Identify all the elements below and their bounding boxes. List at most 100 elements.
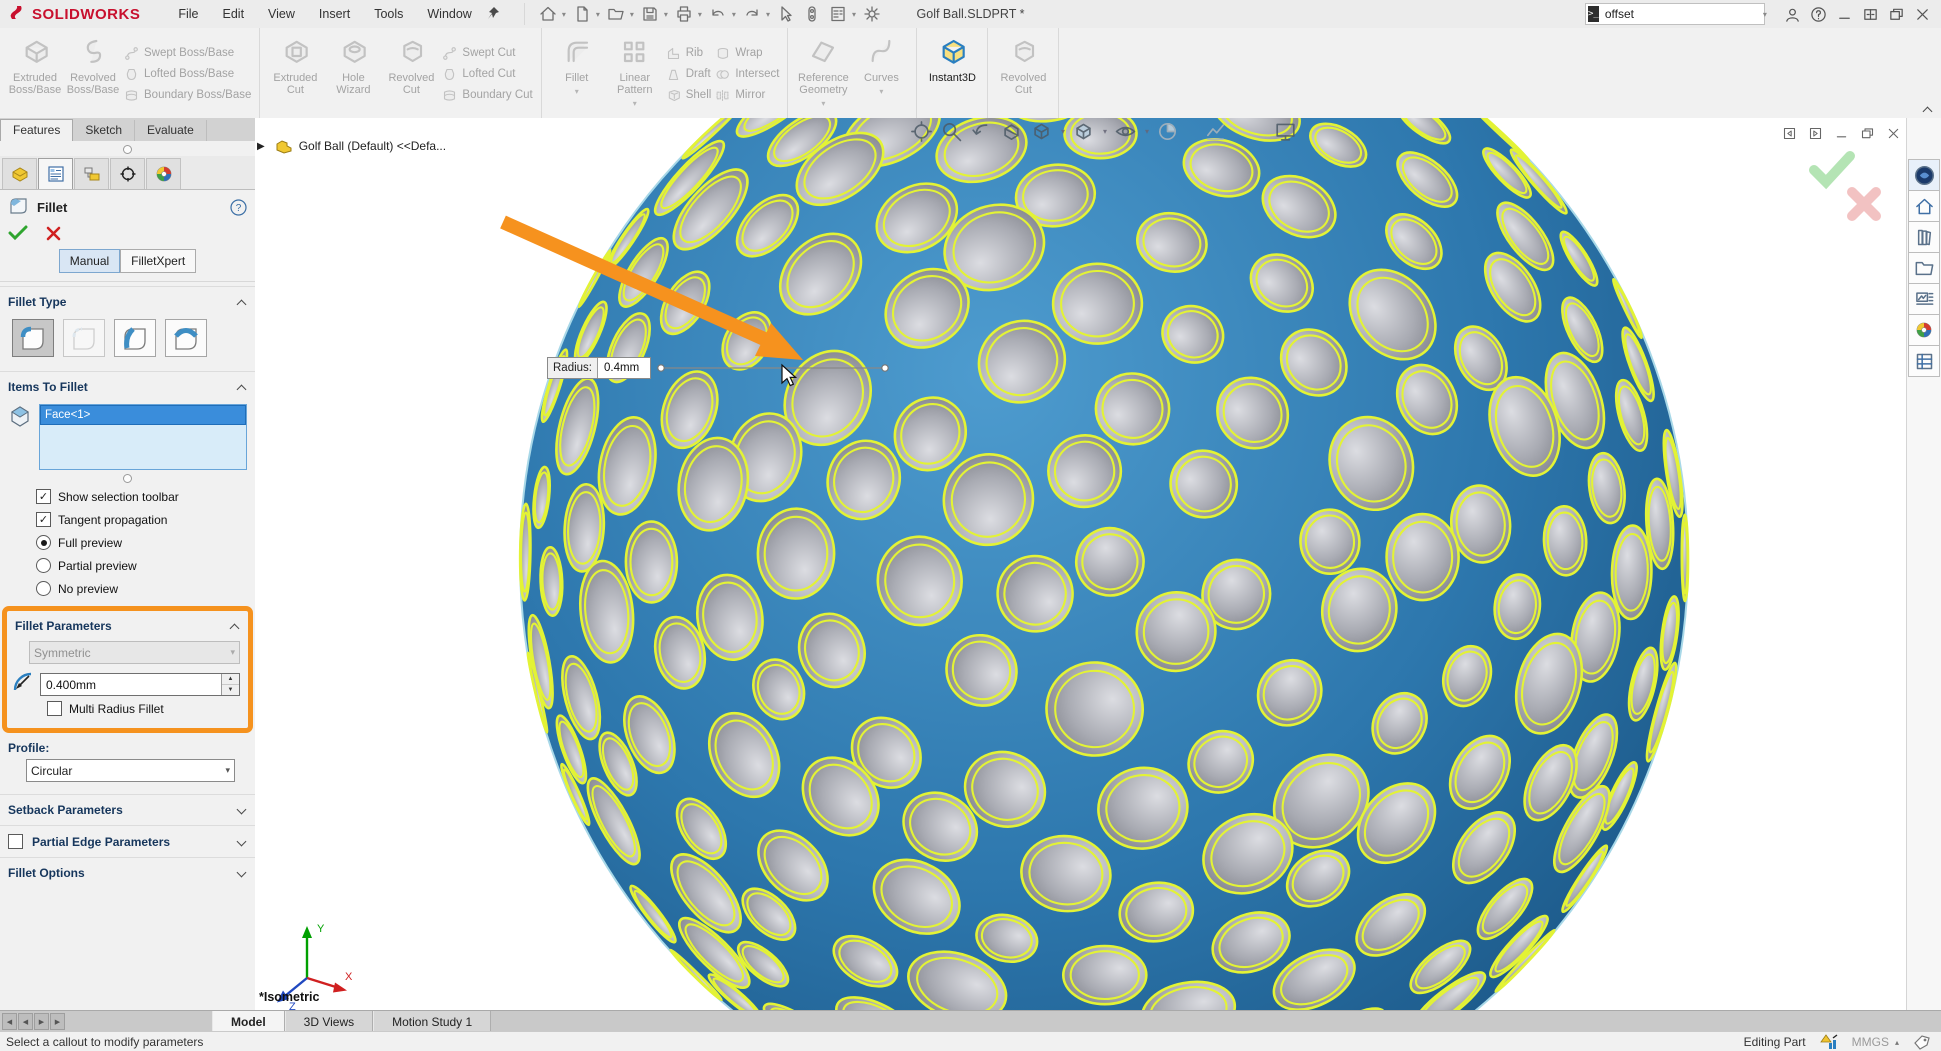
display-style-icon[interactable] <box>1072 120 1095 143</box>
tab-evaluate[interactable]: Evaluate <box>135 120 207 141</box>
cancel-button[interactable] <box>46 226 61 241</box>
dropdown-caret-icon[interactable]: ▾ <box>698 10 702 19</box>
tree-expand-icon[interactable]: ▶ <box>257 141 265 152</box>
constant-size-fillet-button[interactable] <box>12 319 54 357</box>
dropdown-caret-icon[interactable]: ▾ <box>1103 127 1107 136</box>
ribbon-button-swept-cut[interactable]: Swept Cut <box>442 43 532 64</box>
new-document-icon[interactable] <box>570 3 594 25</box>
dropdown-caret-icon[interactable]: ▾ <box>1145 127 1149 136</box>
radio-button[interactable] <box>36 535 51 550</box>
appearances-pane-icon[interactable] <box>1908 314 1940 346</box>
ribbon-button-lofted-cut[interactable]: Lofted Cut <box>442 64 532 85</box>
settings-gear-icon[interactable] <box>860 3 884 25</box>
option-full-preview[interactable]: Full preview <box>0 531 255 554</box>
rebuild-icon[interactable] <box>800 3 824 25</box>
option-partial-preview[interactable]: Partial preview <box>0 554 255 577</box>
zoom-to-fit-icon[interactable] <box>910 120 933 143</box>
last-tab-button[interactable]: ▶ <box>50 1013 65 1030</box>
view-palette-icon[interactable] <box>1908 283 1940 315</box>
panel-splitter-handle[interactable] <box>123 145 132 154</box>
ribbon-button-revolved-cut[interactable]: RevolvedCut <box>994 32 1052 116</box>
section-view-icon[interactable] <box>1000 120 1023 143</box>
option-show-selection-toolbar[interactable]: ✓Show selection toolbar <box>0 485 255 508</box>
bottom-tab-motion-study-1[interactable]: Motion Study 1 <box>373 1011 491 1032</box>
3dexperience-icon[interactable] <box>1908 159 1940 191</box>
ribbon-button-revolved-cut[interactable]: RevolvedCut <box>382 32 440 116</box>
full-round-fillet-button[interactable] <box>165 319 207 357</box>
multi-radius-checkbox[interactable] <box>47 701 62 716</box>
checkbox[interactable]: ✓ <box>36 489 51 504</box>
tab-features[interactable]: Features <box>0 119 73 141</box>
save-icon[interactable] <box>638 3 662 25</box>
propertymanager-tab-appearances[interactable] <box>146 158 181 189</box>
previous-doc-icon[interactable] <box>1782 126 1797 144</box>
minimize-icon[interactable] <box>1831 2 1857 26</box>
items-to-fillet-section-header[interactable]: Items To Fillet <box>0 371 255 398</box>
ribbon-button-intersect[interactable]: Intersect <box>715 64 779 85</box>
radio-button[interactable] <box>36 581 51 596</box>
menu-window[interactable]: Window <box>415 2 483 26</box>
help-icon[interactable] <box>1805 2 1831 26</box>
graphics-viewport[interactable]: ▶ Golf Ball (Default) <<Defa... ▾▾▾ <box>255 118 1941 1010</box>
ribbon-button-linear-pattern[interactable]: LinearPattern▾ <box>606 32 664 116</box>
confirm-accept-icon[interactable] <box>1814 156 1850 182</box>
golf-ball-model[interactable] <box>255 118 1941 1010</box>
callout-value[interactable]: 0.4mm <box>598 358 650 378</box>
search-box[interactable]: >_ ▾ <box>1585 3 1765 25</box>
dropdown-caret-icon[interactable]: ▾ <box>821 98 825 110</box>
design-library-icon[interactable] <box>1908 221 1940 253</box>
fillet-options-section-header[interactable]: Fillet Options <box>0 857 255 884</box>
previous-view-icon[interactable] <box>970 120 993 143</box>
first-tab-button[interactable]: ◀ <box>2 1013 17 1030</box>
account-icon[interactable] <box>1779 2 1805 26</box>
bottom-tab-3d-views[interactable]: 3D Views <box>285 1011 373 1032</box>
next-doc-icon[interactable] <box>1808 126 1823 144</box>
propertymanager-tab-configurations[interactable] <box>74 158 109 189</box>
selection-list-box[interactable]: Face<1> <box>39 404 247 470</box>
ribbon-collapse-chevron-icon[interactable] <box>1923 104 1933 114</box>
spinner-up-icon[interactable]: ▲ <box>222 674 239 685</box>
tab-sketch[interactable]: Sketch <box>73 120 135 141</box>
option-tangent-propagation[interactable]: ✓Tangent propagation <box>0 508 255 531</box>
multi-radius-option[interactable]: Multi Radius Fillet <box>7 697 248 720</box>
menu-view[interactable]: View <box>256 2 307 26</box>
checkbox[interactable]: ✓ <box>36 512 51 527</box>
face-fillet-button[interactable] <box>114 319 156 357</box>
dropdown-caret-icon[interactable]: ▾ <box>852 10 856 19</box>
minimize-doc-icon[interactable] <box>1834 126 1849 144</box>
radius-callout[interactable]: Radius: 0.4mm <box>547 357 651 379</box>
undo-icon[interactable] <box>706 3 730 25</box>
home-pane-icon[interactable] <box>1908 190 1940 222</box>
ribbon-button-draft[interactable]: Draft <box>666 64 712 85</box>
ribbon-button-rib[interactable]: Rib <box>666 43 712 64</box>
dropdown-caret-icon[interactable]: ▾ <box>732 10 736 19</box>
units-dropdown[interactable]: MMGS ▴ <box>1852 1035 1899 1049</box>
dropdown-caret-icon[interactable]: ▾ <box>879 86 883 98</box>
propertymanager-tab-part[interactable] <box>2 158 37 189</box>
ribbon-button-curves[interactable]: Curves▾ <box>852 32 910 116</box>
zoom-to-area-icon[interactable] <box>940 120 963 143</box>
menu-file[interactable]: File <box>166 2 210 26</box>
dropdown-caret-icon[interactable]: ▾ <box>664 10 668 19</box>
radius-spinner[interactable]: ▲▼ <box>221 674 239 695</box>
ribbon-button-boundary-boss-base[interactable]: Boundary Boss/Base <box>124 85 251 106</box>
select-arrow-icon[interactable] <box>774 3 798 25</box>
mode-button-filletxpert[interactable]: FilletXpert <box>120 249 196 273</box>
propertymanager-tab-propertymanager[interactable] <box>38 158 73 189</box>
spinner-down-icon[interactable]: ▼ <box>222 685 239 695</box>
ribbon-button-boundary-cut[interactable]: Boundary Cut <box>442 85 532 106</box>
fillet-parameters-section-header[interactable]: Fillet Parameters <box>7 611 248 637</box>
menu-tools[interactable]: Tools <box>362 2 415 26</box>
partial-edge-checkbox[interactable] <box>8 834 23 849</box>
print-icon[interactable] <box>672 3 696 25</box>
search-input[interactable] <box>1603 6 1762 22</box>
propertymanager-tab-dimxpert[interactable] <box>110 158 145 189</box>
ribbon-button-lofted-boss-base[interactable]: Lofted Boss/Base <box>124 64 251 85</box>
profile-dropdown[interactable]: Circular ▾ <box>26 759 235 782</box>
dropdown-caret-icon[interactable]: ▾ <box>630 10 634 19</box>
restore-doc-icon[interactable] <box>1860 126 1875 144</box>
ribbon-button-revolved-boss-base[interactable]: RevolvedBoss/Base <box>64 32 122 116</box>
ribbon-button-extruded-cut[interactable]: ExtrudedCut <box>266 32 324 116</box>
previous-tab-button[interactable]: ◀ <box>18 1013 33 1030</box>
confirm-cancel-icon[interactable] <box>1852 192 1876 216</box>
